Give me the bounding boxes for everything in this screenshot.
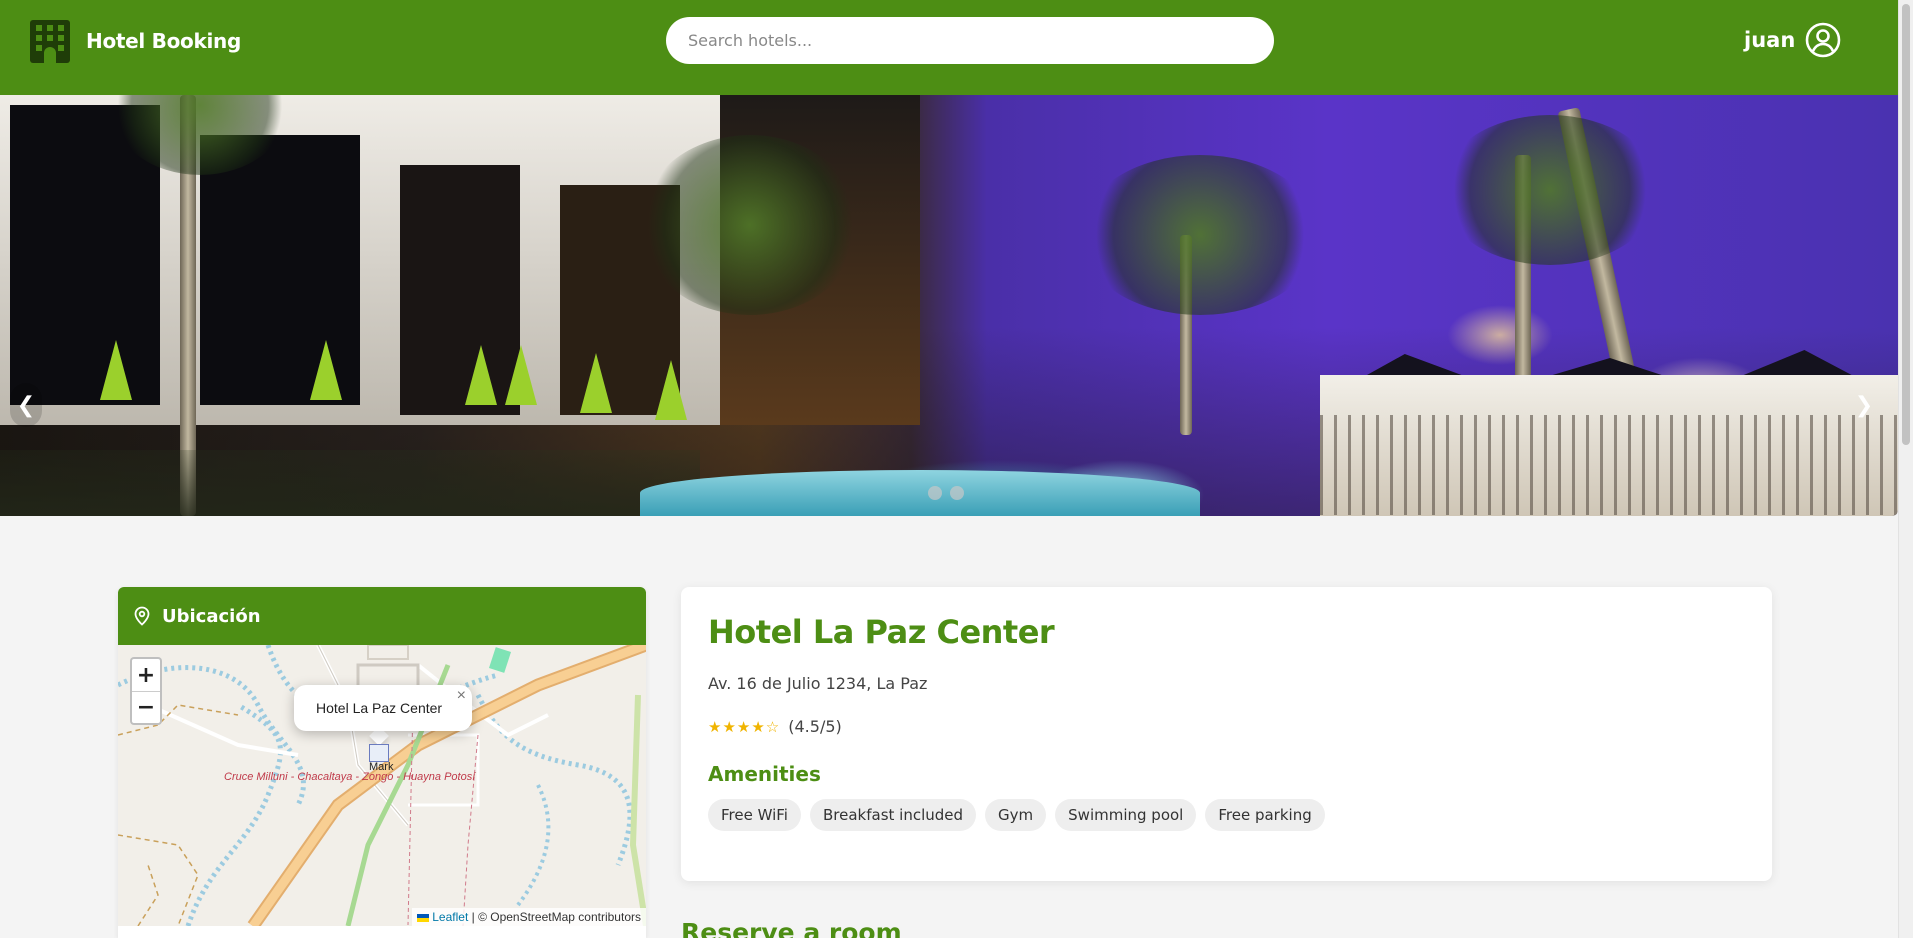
carousel-next-button[interactable]: ❯: [1848, 383, 1880, 427]
map-zoom-control: + −: [130, 657, 162, 725]
user-circle-icon: [1805, 22, 1841, 58]
carousel-prev-button[interactable]: ❮: [10, 383, 42, 427]
map-popup-text: Hotel La Paz Center: [316, 700, 443, 716]
user-name: juan: [1744, 28, 1796, 52]
map-marker-label: Mark: [369, 761, 394, 773]
star-rating-icon: ★★★★☆: [708, 717, 781, 736]
umbrella: [655, 360, 687, 420]
popup-close-button[interactable]: ×: [457, 687, 466, 705]
foreground-plants: [0, 450, 700, 516]
hotel-rating: ★★★★☆ (4.5/5): [708, 717, 842, 736]
amenities-title: Amenities: [708, 762, 821, 786]
umbrella: [100, 340, 132, 400]
location-card: Ubicación Cruce Milluni - Chacaltaya - Z…: [118, 587, 646, 938]
search-input[interactable]: [666, 17, 1274, 64]
leaflet-link[interactable]: Leaflet: [432, 910, 468, 924]
zoom-in-button[interactable]: +: [132, 659, 160, 691]
map-view[interactable]: Cruce Milluni - Chacaltaya - Zongo - Hua…: [118, 645, 646, 926]
window: [400, 165, 520, 415]
map-pin-icon: [134, 606, 150, 626]
hotel-image-carousel: ❮ ❯: [0, 95, 1898, 516]
umbrella: [465, 345, 497, 405]
page-scrollbar[interactable]: [1898, 0, 1913, 938]
user-menu[interactable]: juan: [1744, 22, 1841, 58]
amenity-chip: Free WiFi: [708, 799, 801, 831]
hotel-info-card: Hotel La Paz Center Av. 16 de Julio 1234…: [681, 587, 1772, 881]
amenity-chip: Breakfast included: [809, 799, 977, 831]
umbrella: [310, 340, 342, 400]
pool: [640, 470, 1200, 516]
scrollbar-thumb[interactable]: [1902, 4, 1910, 445]
umbrella: [505, 345, 537, 405]
brand-title: Hotel Booking: [86, 29, 241, 53]
map-road-label: Cruce Milluni - Chacaltaya - Zongo - Hua…: [224, 771, 476, 783]
rating-text: (4.5/5): [788, 717, 842, 736]
umbrella: [580, 353, 612, 413]
amenity-chip: Free parking: [1205, 799, 1325, 831]
ukraine-flag-icon: [416, 913, 429, 922]
deck-railing: [1320, 415, 1898, 515]
top-navbar: Hotel Booking juan: [0, 0, 1898, 95]
amenity-chip: Swimming pool: [1055, 799, 1197, 831]
map-popup: Hotel La Paz Center ×: [294, 685, 472, 731]
brand[interactable]: Hotel Booking: [28, 19, 241, 63]
carousel-indicators: [928, 486, 964, 500]
zoom-out-button[interactable]: −: [132, 691, 160, 723]
palm-frond: [1440, 115, 1660, 265]
hotel-address: Av. 16 de Julio 1234, La Paz: [708, 674, 928, 693]
amenities-list: Free WiFi Breakfast included Gym Swimmin…: [708, 799, 1325, 831]
osm-attribution: | © OpenStreetMap contributors: [468, 910, 641, 924]
location-title: Ubicación: [162, 605, 261, 627]
map-attribution: Leaflet | © OpenStreetMap contributors: [411, 908, 646, 926]
carousel-dot[interactable]: [950, 486, 964, 500]
building-icon: [30, 20, 70, 63]
amenity-chip: Gym: [985, 799, 1047, 831]
map-marker-icon[interactable]: [369, 744, 389, 762]
carousel-dot[interactable]: [928, 486, 942, 500]
location-card-header: Ubicación: [118, 587, 646, 645]
palm-frond: [1080, 155, 1320, 315]
reserve-room-heading: Reserve a room: [681, 918, 902, 938]
palm-frond: [640, 135, 860, 315]
hotel-name: Hotel La Paz Center: [708, 613, 1055, 651]
